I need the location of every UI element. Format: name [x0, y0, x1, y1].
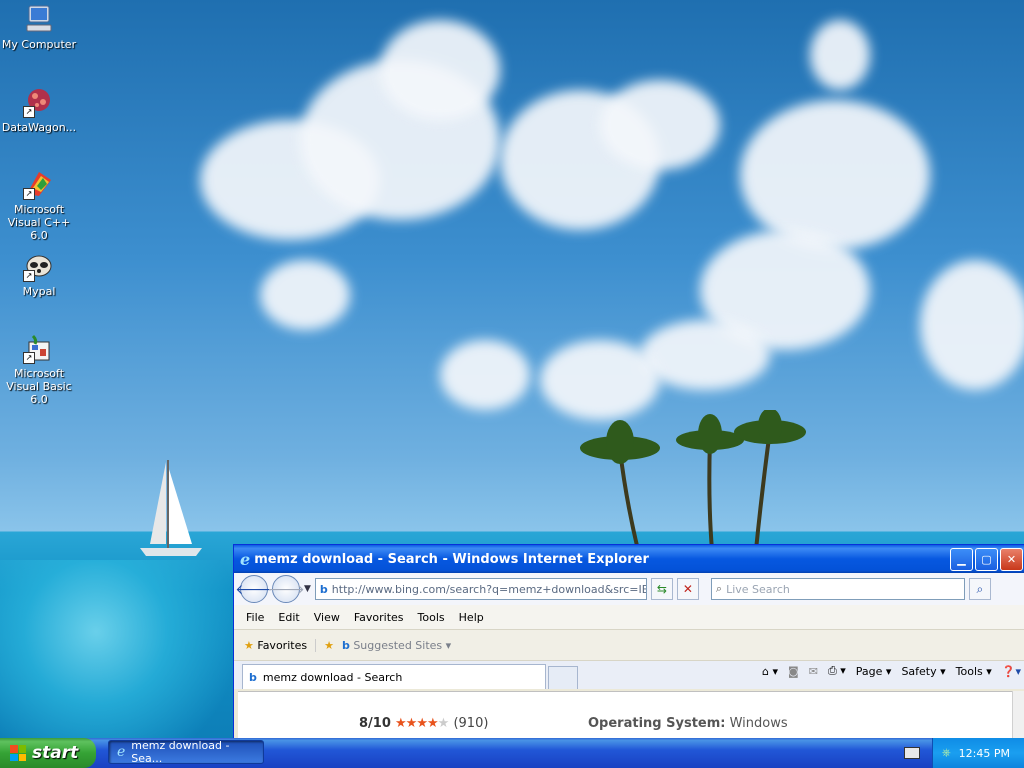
desktop-icon-label: Microsoft Visual Basic 6.0	[6, 367, 72, 406]
mail-icon[interactable]: ✉	[809, 665, 818, 678]
ie-window-title: memz download - Search - Windows Interne…	[254, 551, 649, 567]
keyboard-icon[interactable]	[904, 747, 920, 759]
suggested-sites-label: Suggested Sites ▾	[353, 638, 452, 652]
address-url: http://www.bing.com/search?q=memz+downlo…	[331, 582, 647, 596]
tab-memz-search[interactable]: b memz download - Search	[242, 664, 546, 689]
desktop-icon-mypal[interactable]: ↗ Mypal	[0, 250, 79, 298]
page-menu[interactable]: Page ▾	[856, 665, 892, 678]
ie-title-bar[interactable]: e memz download - Search - Windows Inter…	[234, 545, 1024, 573]
suggested-sites-button[interactable]: b Suggested Sites ▾	[342, 639, 451, 652]
add-favorite-icon[interactable]: ★	[315, 638, 334, 652]
taskbar: start e memz download - Sea... ⎈ 12:45 P…	[0, 738, 1024, 768]
search-input[interactable]: ⌕ Live Search	[710, 578, 965, 600]
shortcut-arrow-icon: ↗	[23, 270, 35, 282]
rating-stars: ★★★★	[395, 716, 439, 731]
desktop-icon-my-computer[interactable]: My Computer	[0, 3, 79, 51]
history-dropdown-icon[interactable]: ▼	[304, 584, 311, 594]
menu-bar: File Edit View Favorites Tools Help	[234, 605, 1024, 630]
datawagon-icon: ↗	[23, 86, 55, 118]
command-bar: ⌂ ▾ ◙ ✉ ⎙ ▾ Page ▾ Safety ▾ Tools ▾ ❓▾	[762, 664, 1021, 678]
os-value: Windows	[729, 716, 788, 731]
desktop-icon-label: My Computer	[1, 38, 77, 51]
menu-item-favorites[interactable]: Favorites	[354, 611, 404, 624]
bing-favicon-icon: b	[319, 582, 328, 596]
rating-star-empty: ★	[437, 716, 450, 731]
search-icon: ⌕	[715, 582, 723, 595]
ie-logo-icon: e	[117, 744, 126, 760]
back-button[interactable]: 🡐	[235, 575, 273, 603]
taskbar-item-ie[interactable]: e memz download - Sea...	[108, 739, 264, 765]
vertical-scrollbar[interactable]	[1012, 691, 1024, 741]
start-label: start	[32, 743, 79, 763]
favorites-bar: ★ Favorites ★ b Suggested Sites ▾	[234, 630, 1024, 661]
menu-item-help[interactable]: Help	[459, 611, 484, 624]
windows-logo-icon	[10, 745, 26, 761]
desktop-icon-datawagon[interactable]: ↗ DataWagon...	[0, 86, 79, 134]
address-input[interactable]: b http://www.bing.com/search?q=memz+down…	[314, 578, 647, 600]
desktop-icon-visual-basic[interactable]: ↗ Microsoft Visual Basic 6.0	[0, 332, 79, 406]
desktop-icon-label: DataWagon...	[1, 121, 77, 134]
rating-value: 8/10	[359, 716, 391, 731]
clock[interactable]: 12:45 PM	[959, 747, 1010, 760]
palm-trees-image	[580, 410, 806, 550]
ie-window[interactable]: e memz download - Search - Windows Inter…	[233, 544, 1024, 742]
stop-button[interactable]: ✕	[676, 578, 699, 600]
star-icon: ★	[244, 638, 254, 652]
visual-basic-icon: ↗	[23, 332, 55, 364]
start-button[interactable]: start	[0, 738, 96, 768]
os-row: Operating System: Windows	[588, 716, 788, 731]
system-tray: ⎈ 12:45 PM	[932, 738, 1024, 768]
shortcut-arrow-icon: ↗	[23, 188, 35, 200]
search-placeholder: Live Search	[726, 582, 790, 596]
refresh-button[interactable]: ⇆	[650, 578, 673, 600]
menu-item-tools[interactable]: Tools	[418, 611, 445, 624]
shortcut-arrow-icon: ↗	[23, 106, 35, 118]
desktop-icon-label: Microsoft Visual C++ 6.0	[7, 203, 71, 242]
rss-feed-icon[interactable]: ◙	[788, 665, 799, 678]
computer-icon	[23, 3, 55, 35]
bing-favicon-icon: b	[341, 638, 350, 652]
home-icon[interactable]: ⌂ ▾	[762, 665, 778, 678]
forward-button[interactable]: 🡒	[267, 575, 305, 603]
menu-item-view[interactable]: View	[314, 611, 340, 624]
visual-cpp-icon: ↗	[23, 168, 55, 200]
new-tab-button[interactable]	[548, 666, 578, 689]
rating-row: 8/10 ★★★★★ (910)	[359, 716, 488, 731]
print-icon[interactable]: ⎙ ▾	[828, 664, 846, 678]
maximize-button[interactable]: ▢	[975, 547, 998, 571]
sailboat-image	[140, 460, 202, 556]
tab-label: memz download - Search	[262, 670, 403, 684]
review-count: (910)	[453, 716, 489, 731]
favorites-label: Favorites	[257, 638, 308, 652]
favorites-button[interactable]: ★ Favorites	[244, 639, 307, 652]
help-icon[interactable]: ❓▾	[1002, 665, 1021, 678]
network-icon[interactable]: ⎈	[942, 746, 951, 760]
bing-favicon-icon: b	[249, 670, 257, 684]
search-go-button[interactable]: ⌕	[968, 578, 991, 600]
page-content: 8/10 ★★★★★ (910) Operating System: Windo…	[238, 691, 1013, 741]
close-button[interactable]: ✕	[1000, 547, 1023, 571]
taskbar-item-label: memz download - Sea...	[131, 739, 230, 765]
shortcut-arrow-icon: ↗	[23, 352, 35, 364]
ie-logo-icon: e	[240, 549, 251, 569]
menu-item-edit[interactable]: Edit	[278, 611, 299, 624]
minimize-button[interactable]: ▁	[950, 547, 973, 571]
menu-item-file[interactable]: File	[246, 611, 264, 624]
safety-menu[interactable]: Safety ▾	[901, 665, 945, 678]
desktop-icon-label: Mypal	[22, 285, 56, 298]
tab-bar: b memz download - Search ⌂ ▾ ◙ ✉ ⎙ ▾ Pag…	[234, 661, 1024, 689]
mypal-raccoon-icon: ↗	[23, 250, 55, 282]
os-label: Operating System:	[588, 716, 726, 731]
tools-menu[interactable]: Tools ▾	[956, 665, 992, 678]
desktop-icon-visual-cpp[interactable]: ↗ Microsoft Visual C++ 6.0	[0, 168, 79, 242]
ie-address-bar-row: 🡐 🡒 ▼ b http://www.bing.com/search?q=mem…	[234, 573, 1024, 605]
